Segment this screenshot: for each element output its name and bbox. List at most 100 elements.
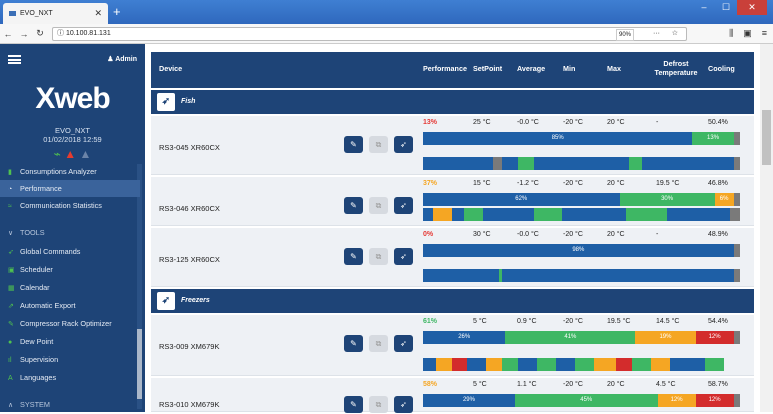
- main-scroll-thumb[interactable]: [762, 110, 771, 165]
- tab-title: EVO_NXT: [20, 10, 53, 17]
- rocket-icon[interactable]: ➶: [394, 396, 413, 413]
- copy-icon[interactable]: ⧉: [369, 136, 388, 153]
- table-row: RS3-010 XM679K ✎ ⧉ ➶ 58% 5 °C 1.1 °C -20 °C 20 °…: [151, 378, 754, 413]
- menu-icon[interactable]: ≡: [762, 28, 767, 39]
- zoom-level[interactable]: 90%: [615, 29, 634, 41]
- timeline-segment: [451, 358, 468, 371]
- reload-icon[interactable]: ↻: [32, 28, 48, 39]
- timeline-segment: [518, 157, 534, 170]
- edit-icon[interactable]: ✎: [344, 136, 363, 153]
- edit-icon[interactable]: ✎: [344, 396, 363, 413]
- close-window-icon[interactable]: ✕: [737, 0, 767, 15]
- timeline-segment: [594, 358, 617, 371]
- back-icon[interactable]: ←: [0, 29, 16, 39]
- cooling-value: 58.7%: [708, 381, 728, 388]
- monitor-status-icon[interactable]: ⌁: [54, 147, 61, 161]
- lock-icon[interactable]: ▲: [79, 147, 91, 161]
- rocket-icon[interactable]: ➶: [394, 335, 413, 352]
- device-name[interactable]: RS3-010 XM679K: [159, 400, 219, 409]
- edit-icon[interactable]: ✎: [344, 335, 363, 352]
- device-name[interactable]: RS3-045 XR60CX: [159, 143, 220, 152]
- max-value: 20 °C: [607, 381, 625, 388]
- group-header-fish[interactable]: ➶ Fish: [151, 90, 754, 114]
- user-menu[interactable]: ♟ Admin: [107, 55, 137, 63]
- sidebar-item-supervision[interactable]: ıl Supervision: [0, 351, 140, 368]
- sidebar-item-global-commands[interactable]: ➶ Global Commands: [0, 243, 140, 260]
- rocket-icon[interactable]: ➶: [394, 197, 413, 214]
- header-device: Device: [159, 64, 183, 73]
- menu-label: Calendar: [20, 283, 50, 292]
- rocket-icon[interactable]: ➶: [394, 248, 413, 265]
- xweb-logo: Xweb: [0, 74, 145, 124]
- timeline-segment: [432, 208, 452, 221]
- header-cooling: Cooling: [708, 64, 735, 73]
- menu-label: Compressor Rack Optimizer: [20, 319, 112, 328]
- device-name[interactable]: RS3-125 XR60CX: [159, 255, 220, 264]
- chevron-up-icon: ∧: [8, 402, 14, 409]
- bar-segment: 45%: [514, 394, 658, 407]
- setpoint-value: 5 °C: [473, 318, 487, 325]
- average-value: -0.0 °C: [517, 231, 539, 238]
- sidebar-item-languages[interactable]: A Languages: [0, 369, 140, 386]
- rocket-icon[interactable]: ➶: [157, 292, 175, 310]
- timeline-bar: [423, 208, 740, 221]
- menu-label: SYSTEM: [20, 400, 51, 409]
- timeline-segment: [616, 358, 633, 371]
- sidebar-toggle-icon[interactable]: ▣: [743, 28, 752, 39]
- main-scrollbar[interactable]: [760, 44, 773, 412]
- address-bar[interactable]: ⓘ 10.100.81.131 90% ··· ☆: [52, 27, 687, 41]
- bookmark-star-icon[interactable]: ☆: [672, 28, 678, 40]
- performance-value: 58%: [423, 381, 438, 388]
- copy-icon[interactable]: ⧉: [369, 248, 388, 265]
- sidebar-item-dew-point[interactable]: ● Dew Point: [0, 333, 140, 350]
- sidebar-item-consumptions-analyzer[interactable]: ▮ Consumptions Analyzer: [0, 163, 140, 180]
- table-header: Device Performance SetPoint Average Min …: [151, 52, 754, 88]
- sidebar-section-system[interactable]: ∧ SYSTEM: [0, 396, 140, 413]
- sidebar-item-automatic-export[interactable]: ⇗ Automatic Export: [0, 297, 140, 314]
- edit-icon[interactable]: ✎: [344, 248, 363, 265]
- defrost-value: 4.5 °C: [656, 381, 676, 388]
- cooling-value: 46.8%: [708, 180, 728, 187]
- group-header-freezers[interactable]: ➶ Freezers: [151, 289, 754, 313]
- menu-label: Supervision: [20, 355, 59, 364]
- device-name[interactable]: RS3-009 XM679K: [159, 342, 219, 351]
- sidebar-section-tools[interactable]: ∨ TOOLS: [0, 224, 140, 241]
- browser-tab[interactable]: EVO_NXT ✕: [3, 3, 108, 24]
- timeline-segment: [502, 269, 734, 282]
- forward-icon[interactable]: →: [16, 29, 32, 39]
- sidebar-item-performance[interactable]: ◔ Performance: [0, 180, 140, 197]
- sidebar-item-communication-statistics[interactable]: ≈ Communication Statistics: [0, 197, 140, 214]
- min-value: -20 °C: [563, 318, 583, 325]
- favicon-icon: [9, 11, 16, 16]
- edit-icon[interactable]: ✎: [344, 197, 363, 214]
- bar-segment: 29%: [423, 394, 515, 407]
- new-tab-button[interactable]: +: [113, 4, 121, 19]
- copy-icon[interactable]: ⧉: [369, 197, 388, 214]
- sidebar-item-scheduler[interactable]: ▣ Scheduler: [0, 261, 140, 278]
- sidebar-item-compressor-rack-optimizer[interactable]: ✎ Compressor Rack Optimizer: [0, 315, 140, 332]
- menu-label: Dew Point: [20, 337, 54, 346]
- library-icon[interactable]: ⫼: [729, 28, 733, 39]
- bar-segment: 12%: [695, 394, 734, 407]
- close-tab-icon[interactable]: ✕: [94, 8, 102, 19]
- timeline-segment: [502, 358, 519, 371]
- copy-icon[interactable]: ⧉: [369, 396, 388, 413]
- cooling-value: 50.4%: [708, 119, 728, 126]
- page-actions-icon[interactable]: ···: [653, 28, 660, 40]
- hamburger-icon[interactable]: [8, 54, 21, 64]
- device-name[interactable]: RS3-046 XR60CX: [159, 204, 220, 213]
- alarm-warning-icon[interactable]: ▲: [64, 147, 76, 161]
- copy-icon[interactable]: ⧉: [369, 335, 388, 352]
- minimize-icon[interactable]: –: [693, 0, 715, 15]
- timeline-segment: [632, 358, 652, 371]
- timeline-segment: [733, 157, 740, 170]
- table-row: RS3-009 XM679K ✎ ⧉ ➶ 61% 5 °C 0.9 °C -20 °C 19.5…: [151, 315, 754, 376]
- timeline-segment: [562, 208, 626, 221]
- maximize-icon[interactable]: ☐: [715, 0, 737, 15]
- rocket-icon[interactable]: ➶: [394, 136, 413, 153]
- header-min: Min: [563, 64, 576, 73]
- timeline-segment: [533, 208, 563, 221]
- sidebar-item-calendar[interactable]: ▦ Calendar: [0, 279, 140, 296]
- device-datetime: 01/02/2018 12:59: [43, 135, 102, 144]
- rocket-icon[interactable]: ➶: [157, 93, 175, 111]
